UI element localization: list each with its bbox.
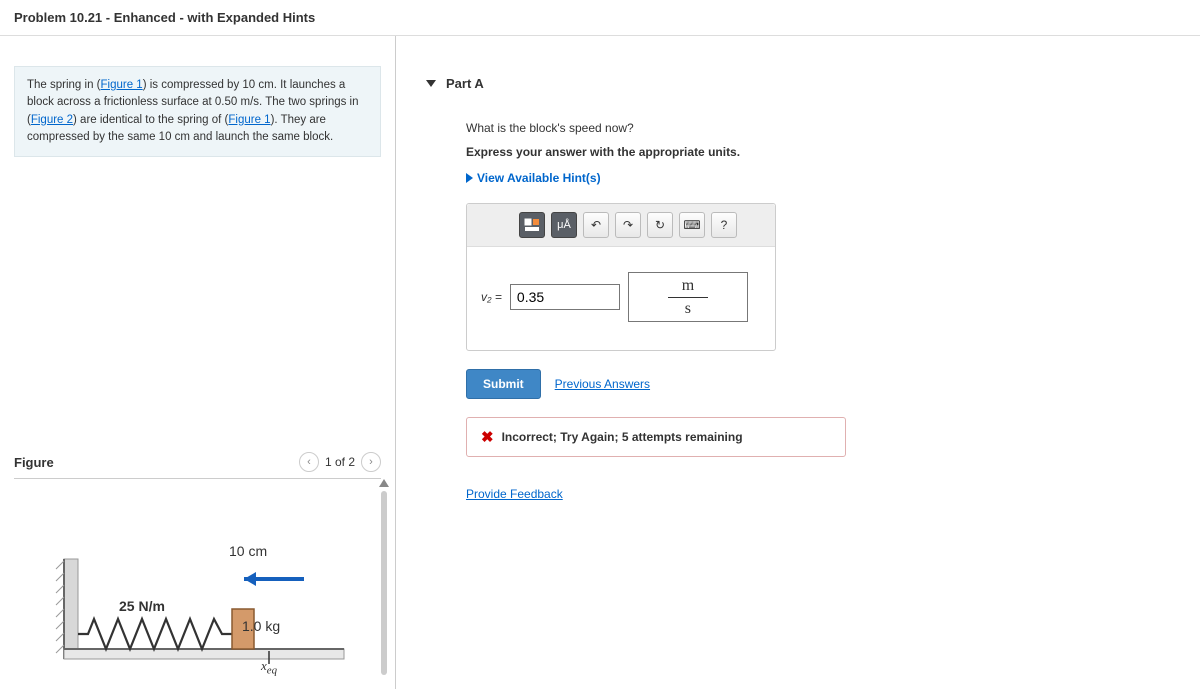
scroll-track[interactable] [381,491,387,675]
previous-answers-link[interactable]: Previous Answers [555,377,650,391]
figure-xeq-label: xeq [261,658,277,677]
figure-label: Figure [14,455,54,470]
figure-next-button[interactable]: › [361,452,381,472]
right-column: Part A What is the block's speed now? Ex… [395,36,1200,689]
question-text: What is the block's speed now? [466,121,1170,135]
submit-button[interactable]: Submit [466,369,541,399]
figure-mass-label: 1.0 kg [242,618,280,634]
reset-button[interactable]: ↻ [647,212,673,238]
incorrect-icon: ✖ [481,428,494,446]
unit-denominator: s [685,300,691,318]
answer-unit-input[interactable]: m s [628,272,748,322]
question-body: What is the block's speed now? Express y… [456,91,1170,501]
template-button[interactable] [519,212,545,238]
part-label: Part A [446,76,484,91]
view-hints-link[interactable]: View Available Hint(s) [466,171,1170,185]
unit-numerator: m [682,277,694,295]
figure-page-indicator: 1 of 2 [325,455,355,469]
figure-diagram [44,499,364,679]
figure-header: Figure ‹ 1 of 2 › [14,452,381,479]
figure-body: 10 cm 25 N/m 1.0 kg xeq [14,479,381,679]
figure-scrollbar[interactable] [379,479,389,679]
prompt-text: ) are identical to the spring of ( [73,114,228,126]
main-content: The spring in (Figure 1) is compressed b… [0,36,1200,689]
problem-prompt: The spring in (Figure 1) is compressed b… [14,66,381,157]
answer-toolbar: μÅ ↶ ↷ ↻ ⌨ ? [467,204,775,247]
figure-prev-button[interactable]: ‹ [299,452,319,472]
figure-spring-constant: 25 N/m [119,598,165,614]
feedback-message: ✖ Incorrect; Try Again; 5 attempts remai… [466,417,846,457]
help-button[interactable]: ? [711,212,737,238]
feedback-text: Incorrect; Try Again; 5 attempts remaini… [502,430,743,444]
figure-pager: ‹ 1 of 2 › [299,452,381,472]
redo-button[interactable]: ↷ [615,212,641,238]
page-title: Problem 10.21 - Enhanced - with Expanded… [0,0,1200,36]
answer-panel: μÅ ↶ ↷ ↻ ⌨ ? v₂ = m s [466,203,776,351]
keyboard-button[interactable]: ⌨ [679,212,705,238]
fraction-line [668,297,708,298]
submit-row: Submit Previous Answers [466,369,1170,399]
caret-right-icon [466,173,473,183]
figure-2-link[interactable]: Figure 2 [31,114,73,126]
prompt-text: The spring in ( [27,79,101,91]
scroll-up-icon [379,479,389,487]
hints-label: View Available Hint(s) [477,171,601,185]
caret-down-icon [426,80,436,87]
units-button[interactable]: μÅ [551,212,577,238]
undo-button[interactable]: ↶ [583,212,609,238]
variable-label: v₂ = [481,290,502,304]
question-instruction: Express your answer with the appropriate… [466,145,1170,159]
provide-feedback-link[interactable]: Provide Feedback [466,487,563,501]
answer-value-input[interactable] [510,284,620,310]
figure-1-link-b[interactable]: Figure 1 [228,114,270,126]
part-header[interactable]: Part A [426,76,1170,91]
figure-1-link[interactable]: Figure 1 [101,79,143,91]
left-column: The spring in (Figure 1) is compressed b… [0,36,395,689]
figure-dimension-label: 10 cm [229,543,267,559]
answer-row: v₂ = m s [467,247,775,350]
